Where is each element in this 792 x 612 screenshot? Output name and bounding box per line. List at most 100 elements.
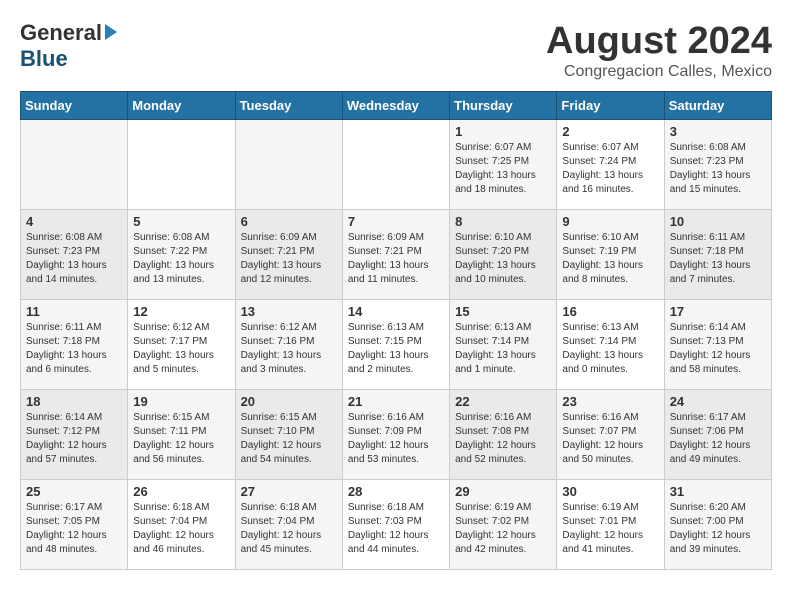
month-title: August 2024 (546, 20, 772, 63)
calendar-cell: 13 Sunrise: 6:12 AM Sunset: 7:16 PM Dayli… (235, 300, 342, 390)
logo-arrow-icon (105, 24, 117, 40)
calendar-cell: 27 Sunrise: 6:18 AM Sunset: 7:04 PM Dayli… (235, 480, 342, 570)
day-number: 27 (241, 484, 337, 499)
day-number: 17 (670, 304, 766, 319)
day-number: 25 (26, 484, 122, 499)
calendar-cell (21, 120, 128, 210)
day-number: 11 (26, 304, 122, 319)
day-number: 14 (348, 304, 444, 319)
day-number: 21 (348, 394, 444, 409)
week-row-4: 18 Sunrise: 6:14 AM Sunset: 7:12 PM Dayli… (21, 390, 772, 480)
calendar-cell: 10 Sunrise: 6:11 AM Sunset: 7:18 PM Dayli… (664, 210, 771, 300)
calendar-cell: 19 Sunrise: 6:15 AM Sunset: 7:11 PM Dayli… (128, 390, 235, 480)
calendar-cell: 16Sunrise: 6:13 AM Sunset: 7:14 PM Dayli… (557, 300, 664, 390)
header-wednesday: Wednesday (342, 92, 449, 120)
day-number: 18 (26, 394, 122, 409)
calendar-cell (342, 120, 449, 210)
calendar-cell: 30 Sunrise: 6:19 AM Sunset: 7:01 PM Dayli… (557, 480, 664, 570)
calendar-cell: 17 Sunrise: 6:14 AM Sunset: 7:13 PM Dayli… (664, 300, 771, 390)
cell-content: Sunrise: 6:15 AM Sunset: 7:11 PM Dayligh… (133, 411, 229, 467)
calendar-cell: 26 Sunrise: 6:18 AM Sunset: 7:04 PM Dayli… (128, 480, 235, 570)
day-number: 16 (562, 304, 658, 319)
cell-content: Sunrise: 6:07 AM Sunset: 7:24 PM Dayligh… (562, 141, 658, 197)
day-number: 13 (241, 304, 337, 319)
week-row-1: 1 Sunrise: 6:07 AM Sunset: 7:25 PM Daylig… (21, 120, 772, 210)
header-monday: Monday (128, 92, 235, 120)
logo-blue: Blue (20, 46, 68, 72)
cell-content: Sunrise: 6:14 AM Sunset: 7:12 PM Dayligh… (26, 411, 122, 467)
cell-content: Sunrise: 6:16 AM Sunset: 7:08 PM Dayligh… (455, 411, 551, 467)
cell-content: Sunrise: 6:17 AM Sunset: 7:05 PM Dayligh… (26, 501, 122, 557)
calendar-cell: 28Sunrise: 6:18 AM Sunset: 7:03 PM Dayli… (342, 480, 449, 570)
calendar-cell: 6Sunrise: 6:09 AM Sunset: 7:21 PM Daylig… (235, 210, 342, 300)
calendar-cell: 31 Sunrise: 6:20 AM Sunset: 7:00 PM Dayli… (664, 480, 771, 570)
calendar-header-row: SundayMondayTuesdayWednesdayThursdayFrid… (21, 92, 772, 120)
cell-content: Sunrise: 6:11 AM Sunset: 7:18 PM Dayligh… (670, 231, 766, 287)
calendar-cell: 24Sunrise: 6:17 AM Sunset: 7:06 PM Dayli… (664, 390, 771, 480)
calendar-cell: 21 Sunrise: 6:16 AM Sunset: 7:09 PM Dayli… (342, 390, 449, 480)
cell-content: Sunrise: 6:13 AM Sunset: 7:14 PM Dayligh… (455, 321, 551, 377)
calendar-cell: 14Sunrise: 6:13 AM Sunset: 7:15 PM Dayli… (342, 300, 449, 390)
cell-content: Sunrise: 6:12 AM Sunset: 7:16 PM Dayligh… (241, 321, 337, 377)
week-row-2: 4 Sunrise: 6:08 AM Sunset: 7:23 PM Daylig… (21, 210, 772, 300)
day-number: 19 (133, 394, 229, 409)
day-number: 30 (562, 484, 658, 499)
cell-content: Sunrise: 6:14 AM Sunset: 7:13 PM Dayligh… (670, 321, 766, 377)
page-header: General Blue August 2024 Congregacion Ca… (20, 20, 772, 81)
day-number: 26 (133, 484, 229, 499)
week-row-3: 11Sunrise: 6:11 AM Sunset: 7:18 PM Dayli… (21, 300, 772, 390)
calendar-cell: 4 Sunrise: 6:08 AM Sunset: 7:23 PM Daylig… (21, 210, 128, 300)
day-number: 2 (562, 124, 658, 139)
title-area: August 2024 Congregacion Calles, Mexico (546, 20, 772, 81)
calendar-cell (235, 120, 342, 210)
cell-content: Sunrise: 6:09 AM Sunset: 7:21 PM Dayligh… (241, 231, 337, 287)
day-number: 10 (670, 214, 766, 229)
calendar-cell: 29Sunrise: 6:19 AM Sunset: 7:02 PM Dayli… (450, 480, 557, 570)
calendar-cell: 2 Sunrise: 6:07 AM Sunset: 7:24 PM Daylig… (557, 120, 664, 210)
header-sunday: Sunday (21, 92, 128, 120)
day-number: 23 (562, 394, 658, 409)
cell-content: Sunrise: 6:16 AM Sunset: 7:09 PM Dayligh… (348, 411, 444, 467)
cell-content: Sunrise: 6:18 AM Sunset: 7:04 PM Dayligh… (241, 501, 337, 557)
calendar-table: SundayMondayTuesdayWednesdayThursdayFrid… (20, 91, 772, 570)
day-number: 22 (455, 394, 551, 409)
day-number: 7 (348, 214, 444, 229)
calendar-cell: 5 Sunrise: 6:08 AM Sunset: 7:22 PM Daylig… (128, 210, 235, 300)
day-number: 29 (455, 484, 551, 499)
cell-content: Sunrise: 6:09 AM Sunset: 7:21 PM Dayligh… (348, 231, 444, 287)
cell-content: Sunrise: 6:18 AM Sunset: 7:04 PM Dayligh… (133, 501, 229, 557)
cell-content: Sunrise: 6:10 AM Sunset: 7:19 PM Dayligh… (562, 231, 658, 287)
logo-general: General (20, 20, 102, 46)
cell-content: Sunrise: 6:07 AM Sunset: 7:25 PM Dayligh… (455, 141, 551, 197)
calendar-cell: 20Sunrise: 6:15 AM Sunset: 7:10 PM Dayli… (235, 390, 342, 480)
day-number: 15 (455, 304, 551, 319)
location: Congregacion Calles, Mexico (546, 63, 772, 81)
day-number: 4 (26, 214, 122, 229)
cell-content: Sunrise: 6:17 AM Sunset: 7:06 PM Dayligh… (670, 411, 766, 467)
cell-content: Sunrise: 6:08 AM Sunset: 7:23 PM Dayligh… (670, 141, 766, 197)
day-number: 3 (670, 124, 766, 139)
cell-content: Sunrise: 6:20 AM Sunset: 7:00 PM Dayligh… (670, 501, 766, 557)
calendar-cell: 8Sunrise: 6:10 AM Sunset: 7:20 PM Daylig… (450, 210, 557, 300)
day-number: 31 (670, 484, 766, 499)
day-number: 5 (133, 214, 229, 229)
header-saturday: Saturday (664, 92, 771, 120)
day-number: 9 (562, 214, 658, 229)
day-number: 1 (455, 124, 551, 139)
cell-content: Sunrise: 6:08 AM Sunset: 7:22 PM Dayligh… (133, 231, 229, 287)
cell-content: Sunrise: 6:12 AM Sunset: 7:17 PM Dayligh… (133, 321, 229, 377)
header-friday: Friday (557, 92, 664, 120)
calendar-cell: 12 Sunrise: 6:12 AM Sunset: 7:17 PM Dayli… (128, 300, 235, 390)
calendar-cell: 22 Sunrise: 6:16 AM Sunset: 7:08 PM Dayli… (450, 390, 557, 480)
header-thursday: Thursday (450, 92, 557, 120)
cell-content: Sunrise: 6:16 AM Sunset: 7:07 PM Dayligh… (562, 411, 658, 467)
cell-content: Sunrise: 6:19 AM Sunset: 7:01 PM Dayligh… (562, 501, 658, 557)
calendar-cell: 25 Sunrise: 6:17 AM Sunset: 7:05 PM Dayli… (21, 480, 128, 570)
week-row-5: 25 Sunrise: 6:17 AM Sunset: 7:05 PM Dayli… (21, 480, 772, 570)
calendar-cell: 15 Sunrise: 6:13 AM Sunset: 7:14 PM Dayli… (450, 300, 557, 390)
cell-content: Sunrise: 6:08 AM Sunset: 7:23 PM Dayligh… (26, 231, 122, 287)
day-number: 8 (455, 214, 551, 229)
day-number: 28 (348, 484, 444, 499)
calendar-cell (128, 120, 235, 210)
day-number: 12 (133, 304, 229, 319)
